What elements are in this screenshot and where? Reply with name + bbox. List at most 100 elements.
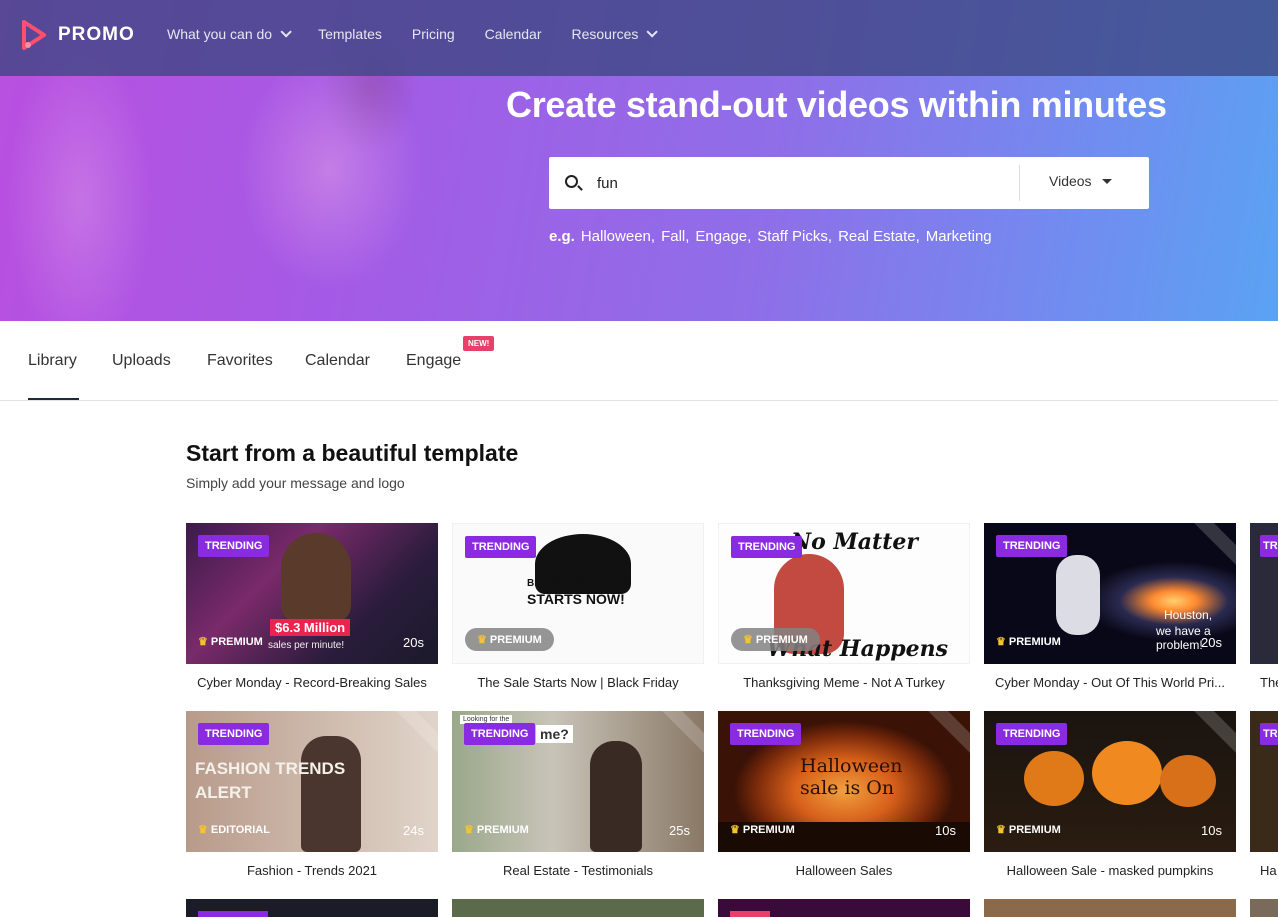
- template-caption[interactable]: Ha: [1260, 863, 1278, 878]
- chevron-down-icon: [280, 26, 292, 38]
- template-caption[interactable]: Halloween Sales: [715, 863, 973, 878]
- template-card[interactable]: [984, 899, 1236, 917]
- template-caption[interactable]: Thanksgiving Meme - Not A Turkey: [715, 675, 973, 690]
- template-card-partial[interactable]: TR: [1250, 711, 1278, 852]
- template-card[interactable]: FASHION TRENDS ALERT TRENDING ♛ EDITORIAL…: [186, 711, 438, 852]
- tier-text: PREMIUM: [755, 633, 808, 646]
- template-card-partial[interactable]: TR: [1250, 523, 1278, 664]
- search-divider: [1019, 165, 1020, 201]
- crown-icon: ♛: [730, 824, 740, 836]
- tab-calendar[interactable]: Calendar: [305, 352, 370, 370]
- tab-favorites[interactable]: Favorites: [207, 352, 273, 370]
- template-caption[interactable]: Real Estate - Testimonials: [449, 863, 707, 878]
- template-card[interactable]: Houston, we have a problem! TRENDING ♛ PR…: [984, 523, 1236, 664]
- template-caption[interactable]: Cyber Monday - Record-Breaking Sales: [183, 675, 441, 690]
- tab-library[interactable]: Library: [28, 352, 77, 370]
- premium-label: ♛ PREMIUM: [996, 635, 1061, 649]
- template-caption[interactable]: The Sale Starts Now | Black Friday: [449, 675, 707, 690]
- premium-label: ♛ PREMIUM: [465, 628, 554, 651]
- search-input[interactable]: [597, 167, 1017, 199]
- template-card[interactable]: BLACK FRIDAY SALE STARTS NOW! TRENDING ♛…: [452, 523, 704, 664]
- thumbnail-person: [281, 533, 351, 623]
- trending-badge: TRENDING: [198, 535, 270, 557]
- template-card[interactable]: Halloween sale is On TRENDING ♛ PREMIUM 1…: [718, 711, 970, 852]
- trending-badge: TRENDING: [464, 723, 536, 745]
- premium-label: ♛ PREMIUM: [198, 635, 263, 649]
- trending-badge: TRENDING: [465, 536, 537, 558]
- promo-logo[interactable]: PROMO: [20, 18, 135, 52]
- tab-uploads[interactable]: Uploads: [112, 352, 171, 370]
- media-type-dropdown[interactable]: Videos: [1049, 173, 1112, 189]
- trending-badge: [198, 911, 268, 917]
- example-real-estate[interactable]: Real Estate,: [838, 228, 920, 245]
- premium-label: ♛ PREMIUM: [731, 628, 820, 651]
- section-title: Start from a beautiful template: [186, 440, 519, 466]
- nav-what-you-can-do[interactable]: What you can do: [167, 26, 292, 42]
- preview-ribbon: [391, 711, 438, 756]
- template-card-partial[interactable]: [1250, 899, 1278, 917]
- preview-ribbon: [923, 711, 970, 756]
- main-nav: What you can do Templates Pricing Calend…: [167, 26, 684, 42]
- tier-text: PREMIUM: [1008, 823, 1061, 836]
- thumbnail-text: BLACK FRIDAY SALE: [527, 578, 631, 589]
- crown-icon: ♛: [198, 824, 208, 836]
- tier-text: PREMIUM: [210, 635, 263, 648]
- example-staff-picks[interactable]: Staff Picks,: [757, 228, 832, 245]
- nav-label: Pricing: [411, 26, 455, 42]
- section-subtitle: Simply add your message and logo: [186, 475, 405, 491]
- premium-label: ♛ PREMIUM: [464, 823, 529, 837]
- example-marketing[interactable]: Marketing: [926, 228, 992, 245]
- tier-text: EDITORIAL: [210, 823, 270, 836]
- template-card[interactable]: Looking for the me? TRENDING ♛ PREMIUM 25…: [452, 711, 704, 852]
- media-type-label: Videos: [1049, 173, 1092, 189]
- example-halloween[interactable]: Halloween,: [581, 228, 655, 245]
- thumbnail-pumpkin: [1024, 751, 1084, 806]
- nav-templates[interactable]: Templates: [318, 26, 382, 42]
- template-card[interactable]: [186, 899, 438, 917]
- thumbnail-person: [301, 736, 361, 852]
- top-navbar: PROMO What you can do Templates Pricing …: [0, 0, 1278, 76]
- crown-icon: ♛: [996, 636, 1006, 648]
- trending-badge: TRENDING: [730, 723, 802, 745]
- thumbnail-text: sale is On: [800, 777, 895, 799]
- duration: 10s: [935, 823, 956, 838]
- premium-label: ♛ PREMIUM: [730, 823, 795, 837]
- new-badge: NEW!: [463, 336, 495, 351]
- duration: 20s: [1201, 635, 1222, 650]
- template-card[interactable]: $6.3 Million sales per minute! TRENDING …: [186, 523, 438, 664]
- thumbnail-text: No Matter: [791, 529, 918, 555]
- thumbnail-text: $6.3 Million: [270, 619, 351, 636]
- example-engage[interactable]: Engage,: [695, 228, 751, 245]
- thumbnail-text: me?: [536, 725, 573, 743]
- nav-label: Templates: [318, 26, 382, 42]
- editorial-label: ♛ EDITORIAL: [198, 823, 270, 837]
- duration: 24s: [403, 823, 424, 838]
- template-caption[interactable]: Halloween Sale - masked pumpkins: [981, 863, 1239, 878]
- tier-text: PREMIUM: [476, 823, 529, 836]
- tier-text: PREMIUM: [489, 633, 542, 646]
- thumbnail-pumpkin: [1160, 755, 1216, 807]
- trending-badge: [730, 911, 770, 917]
- nav-pricing[interactable]: Pricing: [412, 26, 455, 42]
- template-caption[interactable]: Fashion - Trends 2021: [183, 863, 441, 878]
- template-caption[interactable]: The: [1260, 675, 1278, 690]
- caret-down-icon: [1101, 178, 1112, 184]
- thumbnail-pumpkin: [1092, 741, 1162, 805]
- trending-badge: TRENDING: [731, 536, 803, 558]
- template-caption[interactable]: Cyber Monday - Out Of This World Pri...: [981, 675, 1239, 690]
- template-card[interactable]: [718, 899, 970, 917]
- template-card[interactable]: No Matter What Happens TRENDING ♛ PREMIUM: [718, 523, 970, 664]
- template-card[interactable]: [452, 899, 704, 917]
- examples-label: e.g.: [549, 228, 575, 245]
- tier-text: PREMIUM: [742, 823, 795, 836]
- template-card[interactable]: TRENDING ♛ PREMIUM 10s: [984, 711, 1236, 852]
- thumbnail-person: [590, 741, 642, 852]
- tab-engage[interactable]: Engage: [406, 352, 461, 370]
- preview-ribbon: [657, 711, 704, 756]
- nav-resources[interactable]: Resources: [572, 26, 659, 42]
- preview-ribbon: [1189, 711, 1236, 756]
- duration: 10s: [1201, 823, 1222, 838]
- example-fall[interactable]: Fall,: [661, 228, 689, 245]
- nav-calendar[interactable]: Calendar: [485, 26, 542, 42]
- nav-label: Calendar: [484, 26, 542, 42]
